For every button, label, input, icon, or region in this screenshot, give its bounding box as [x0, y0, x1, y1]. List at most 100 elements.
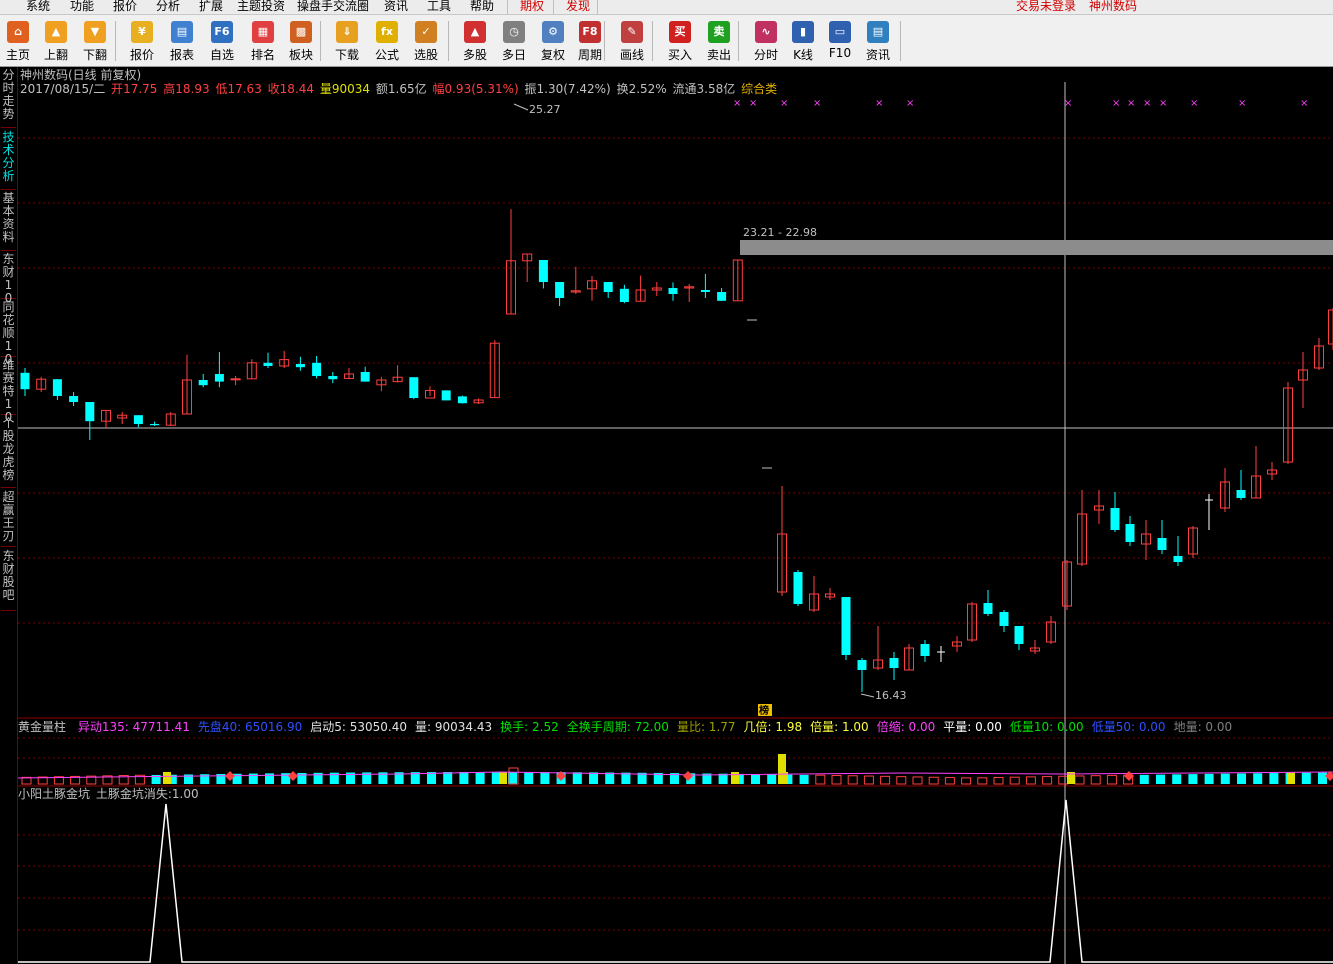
- toolbar-button-0[interactable]: ⌂ 主页: [0, 19, 38, 65]
- toolbar-button-8[interactable]: ⇓ 下载: [327, 19, 367, 65]
- volume-bar-highlight: [163, 772, 171, 784]
- volume-bar: [944, 777, 955, 785]
- menu-options[interactable]: 期权: [520, 0, 544, 14]
- volume-bar: [410, 772, 420, 784]
- candle-body-down: [1014, 626, 1024, 644]
- candle-body-down: [983, 603, 993, 614]
- toolbar-button-16[interactable]: 买买入: [660, 19, 700, 65]
- toolbar-button-7[interactable]: ▩ 板块: [281, 19, 321, 65]
- signal-x-mark: ×: [906, 98, 914, 109]
- toolbar-button-4[interactable]: ▤ 报表: [162, 19, 202, 65]
- signal-x-mark: ×: [1190, 98, 1198, 109]
- toolbar-button-20[interactable]: ▭ F10: [820, 19, 860, 65]
- toolbar-button-11[interactable]: ▲ 多股: [455, 19, 495, 65]
- candle-body-down: [20, 372, 30, 390]
- sidebar-tab-3[interactable]: 东财10: [1, 253, 16, 305]
- signal-x-mark: ×: [780, 98, 788, 109]
- volume-bar: [896, 776, 907, 785]
- kline-chart[interactable]: × × × × × × × × × × × × × × 25.27 16.43 23.21 - 22.98 榜: [0, 0, 1333, 964]
- sidebar-tab-7[interactable]: 超赢王刃: [1, 491, 16, 547]
- sidebar-tab-2[interactable]: 基本资料: [1, 192, 16, 251]
- candle-body-up: [392, 376, 403, 383]
- toolbar-button-12[interactable]: ◷ 多日: [494, 19, 534, 65]
- menu-item-5[interactable]: 主题投资: [237, 0, 285, 14]
- open-value: 17.75: [123, 82, 158, 96]
- amplitude-value: 1.30(7.42%): [536, 82, 611, 96]
- category-label[interactable]: 综合类: [741, 82, 777, 96]
- candle-body-up: [732, 259, 743, 302]
- menu-item-3[interactable]: 分析: [156, 0, 180, 14]
- toolbar-button-18[interactable]: ∿ 分时: [746, 19, 786, 65]
- menu-item-7[interactable]: 资讯: [384, 0, 408, 14]
- volume-bar: [1220, 773, 1230, 784]
- sidebar-tab-0[interactable]: 分时走势: [1, 69, 16, 128]
- volume-bar: [847, 775, 858, 785]
- toolbar-button-9[interactable]: fx 公式: [367, 19, 407, 65]
- menu-item-0[interactable]: 系统: [26, 0, 50, 14]
- volume-bar: [572, 772, 582, 784]
- toolbar-button-6[interactable]: ▦ 排名: [243, 19, 283, 65]
- volume-bar: [167, 774, 177, 784]
- indicator2-name[interactable]: 小阳土豚金坑: [18, 787, 90, 801]
- sidebar-tab-1[interactable]: 技术分析: [1, 131, 16, 190]
- toolbar-button-5[interactable]: F6 自选: [202, 19, 242, 65]
- indicator1-name[interactable]: 黄金量柱: [18, 720, 66, 734]
- intraday-icon: ∿: [755, 21, 777, 43]
- sidebar-tab-5[interactable]: 维赛特10: [1, 359, 16, 424]
- candle-body-down: [1173, 556, 1183, 562]
- volume-bar: [1204, 773, 1214, 784]
- arrow-up-icon: ▲: [45, 21, 67, 43]
- candle-body-up: [36, 378, 47, 390]
- toolbar-button-2[interactable]: ▼ 下翻: [75, 19, 115, 65]
- candle-body-up: [489, 342, 500, 399]
- toolbar-separator: [738, 21, 739, 61]
- toolbar-button-13[interactable]: ⚙ 复权: [533, 19, 573, 65]
- sidebar-tab-4[interactable]: 同花顺10: [1, 301, 16, 366]
- candle-body-up: [1267, 469, 1277, 475]
- toolbar-button-17[interactable]: 卖卖出: [699, 19, 739, 65]
- candle-body-down: [603, 282, 613, 292]
- candle-body-up: [1298, 369, 1308, 381]
- toolbar: ⌂ 主页 ▲ 上翻 ▼ 下翻 ¥ 报价 ▤ 报表 F6 自选 ▦ 排名 ▩ 板块 ⇓ 下载 fx 公式 ✓ 选股 ▲ 多股 ◷ 多…: [0, 15, 1333, 67]
- volume-bar: [37, 776, 48, 785]
- volume-bar: [232, 773, 242, 784]
- toolbar-label: 排名: [250, 48, 275, 62]
- low-value: 17.63: [227, 82, 262, 96]
- menu-item-8[interactable]: 工具: [427, 0, 451, 14]
- candle-body-down: [668, 288, 678, 294]
- menu-item-4[interactable]: 扩展: [199, 0, 223, 14]
- volume-bar: [670, 773, 679, 784]
- indicator1-field-4: 换手: 2.52: [500, 720, 559, 734]
- menu-item-6[interactable]: 操盘手交流圈: [297, 0, 369, 14]
- volume-bar: [151, 774, 161, 784]
- candle-body-down: [133, 415, 143, 424]
- toolbar-button-3[interactable]: ¥ 报价: [122, 19, 162, 65]
- toolbar-button-19[interactable]: ▮ K线: [783, 19, 823, 65]
- menu-item-9[interactable]: 帮助: [470, 0, 494, 14]
- volume-bar: [637, 772, 647, 784]
- candle-body-up: [873, 659, 883, 669]
- menu-discover[interactable]: 发现: [566, 0, 590, 14]
- volume-bar: [53, 776, 64, 785]
- volume-bar: [1106, 774, 1117, 785]
- toolbar-button-1[interactable]: ▲ 上翻: [36, 19, 76, 65]
- login-status[interactable]: 交易未登录: [1016, 0, 1076, 14]
- volume-bar: [427, 772, 436, 784]
- candle-body-down: [409, 377, 419, 398]
- menu-item-1[interactable]: 功能: [70, 0, 94, 14]
- menu-item-2[interactable]: 报价: [113, 0, 137, 14]
- close-label: 收: [267, 82, 280, 96]
- signal-x-mark: ×: [1112, 98, 1120, 109]
- sidebar-tab-6[interactable]: 个股龙虎榜: [1, 417, 16, 488]
- toolbar-button-21[interactable]: ▤ 资讯: [858, 19, 898, 65]
- turnover-value: 2.52%: [628, 82, 667, 96]
- candle-body-up: [651, 287, 662, 291]
- volume-bar: [524, 772, 534, 784]
- chart-title: 神州数码(日线 前复权): [20, 68, 143, 82]
- volume-bar: [1025, 776, 1036, 785]
- sidebar-tab-8[interactable]: 东财股吧: [1, 550, 16, 611]
- toolbar-button-10[interactable]: ✓ 选股: [406, 19, 446, 65]
- volume-bar: [702, 773, 712, 784]
- peak-pointer: [513, 103, 529, 111]
- toolbar-button-15[interactable]: ✎ 画线: [612, 19, 652, 65]
